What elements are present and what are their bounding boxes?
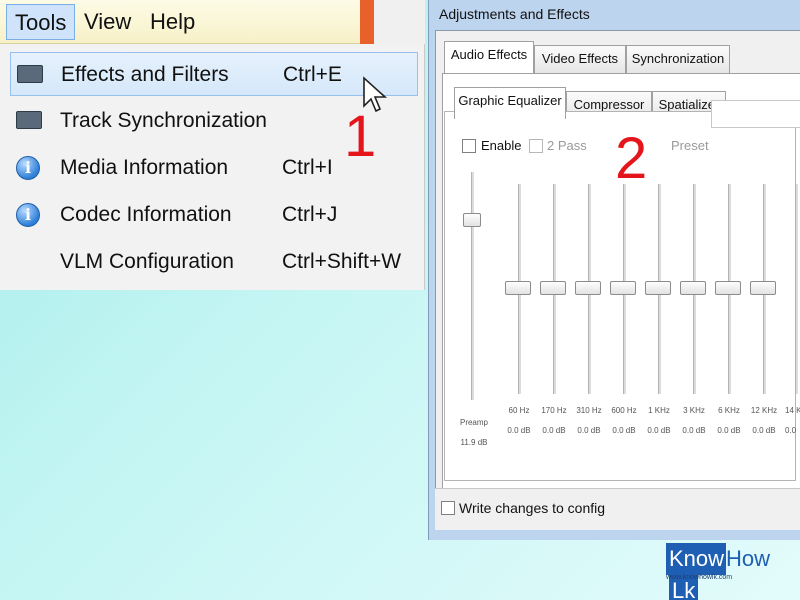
menu-item-label: Effects and Filters — [61, 63, 229, 86]
band-frequency: 14 K — [785, 406, 800, 415]
band-slider-thumb[interactable] — [575, 281, 601, 295]
band-value: 0.0 — [785, 426, 797, 435]
enable-label: Enable — [481, 138, 522, 153]
step-number-2: 2 — [615, 126, 648, 191]
write-config-checkbox[interactable] — [441, 501, 455, 515]
band-slider-track[interactable] — [795, 184, 798, 394]
menu-item-shortcut: Ctrl+J — [282, 203, 338, 226]
equalizer-icon — [17, 63, 43, 85]
menu-tools[interactable]: Tools — [6, 4, 76, 40]
info-icon: i — [16, 156, 42, 180]
preset-label: Preset — [671, 138, 709, 153]
tab-audio-effects[interactable]: Audio Effects — [444, 41, 534, 73]
dialog-title: Adjustments and Effects — [439, 6, 590, 22]
tab-video-effects[interactable]: Video Effects — [534, 45, 626, 73]
preset-dropdown[interactable] — [711, 100, 800, 128]
equalizer-icon — [16, 109, 42, 131]
band-slider-thumb[interactable] — [680, 281, 706, 295]
band-frequency: 60 Hz — [508, 406, 530, 415]
knowhowlk-logo: KnowHowLk — [666, 543, 786, 600]
two-pass-label: 2 Pass — [547, 138, 587, 153]
band-value: 0.0 dB — [612, 426, 636, 435]
band-frequency: 6 KHz — [718, 406, 740, 415]
band-value: 0.0 dB — [717, 426, 741, 435]
band-slider-thumb[interactable] — [645, 281, 671, 295]
menu-view[interactable]: View — [76, 4, 139, 40]
band-slider-thumb[interactable] — [750, 281, 776, 295]
menu-item-label: Codec Information — [60, 203, 232, 226]
enable-checkbox[interactable] — [462, 139, 476, 153]
adjustments-and-effects-dialog: Adjustments and Effects Audio Effects Vi… — [428, 0, 800, 540]
logo-subtitle: www.knowhowlk.com — [666, 574, 733, 581]
menu-item-label: Track Synchronization — [60, 109, 267, 132]
tab-synchronization[interactable]: Synchronization — [626, 45, 730, 73]
band-value: 0.0 dB — [542, 426, 566, 435]
band-frequency: 600 Hz — [611, 406, 637, 415]
menu-help[interactable]: Help — [142, 4, 203, 40]
window-edge — [360, 0, 374, 44]
menu-item-codec-information[interactable]: i Codec Information Ctrl+J — [10, 193, 418, 237]
band-frequency: 310 Hz — [576, 406, 602, 415]
menu-item-label: VLM Configuration — [60, 250, 234, 273]
info-icon: i — [16, 203, 42, 227]
band-value: 0.0 dB — [577, 426, 601, 435]
step-number-1: 1 — [344, 104, 377, 169]
band-slider-thumb[interactable] — [505, 281, 531, 295]
logo-text-how: How — [726, 546, 771, 571]
menu-item-shortcut: Ctrl+E — [283, 63, 342, 86]
preamp-value: 11.9 dB — [460, 438, 488, 447]
menu-item-label: Media Information — [60, 156, 229, 179]
band-frequency: 170 Hz — [541, 406, 567, 415]
band-frequency: 12 KHz — [750, 406, 778, 415]
preamp-slider-track[interactable] — [471, 172, 474, 400]
band-value: 0.0 dB — [507, 426, 531, 435]
logo-text-know: Know — [666, 543, 727, 575]
band-slider-thumb[interactable] — [610, 281, 636, 295]
menu-item-vlm-configuration[interactable]: VLM Configuration Ctrl+Shift+W — [10, 240, 418, 284]
two-pass-checkbox[interactable] — [529, 139, 543, 153]
preamp-slider-thumb[interactable] — [463, 213, 481, 227]
band-value: 0.0 dB — [752, 426, 776, 435]
menu-item-effects-and-filters[interactable]: Effects and Filters Ctrl+E — [10, 52, 418, 96]
band-slider-thumb[interactable] — [540, 281, 566, 295]
band-value: 0.0 dB — [682, 426, 706, 435]
subtab-graphic-equalizer[interactable]: Graphic Equalizer — [454, 87, 566, 119]
preamp-label: Preamp — [459, 418, 488, 427]
band-slider-thumb[interactable] — [715, 281, 741, 295]
menu-item-shortcut: Ctrl+I — [282, 156, 333, 179]
band-value: 0.0 dB — [647, 426, 671, 435]
band-frequency: 1 KHz — [648, 406, 670, 415]
write-config-label: Write changes to config — [459, 500, 606, 516]
band-frequency: 3 KHz — [683, 406, 705, 415]
menu-bar: Tools View Help — [0, 0, 360, 44]
menu-item-shortcut: Ctrl+Shift+W — [282, 250, 402, 273]
